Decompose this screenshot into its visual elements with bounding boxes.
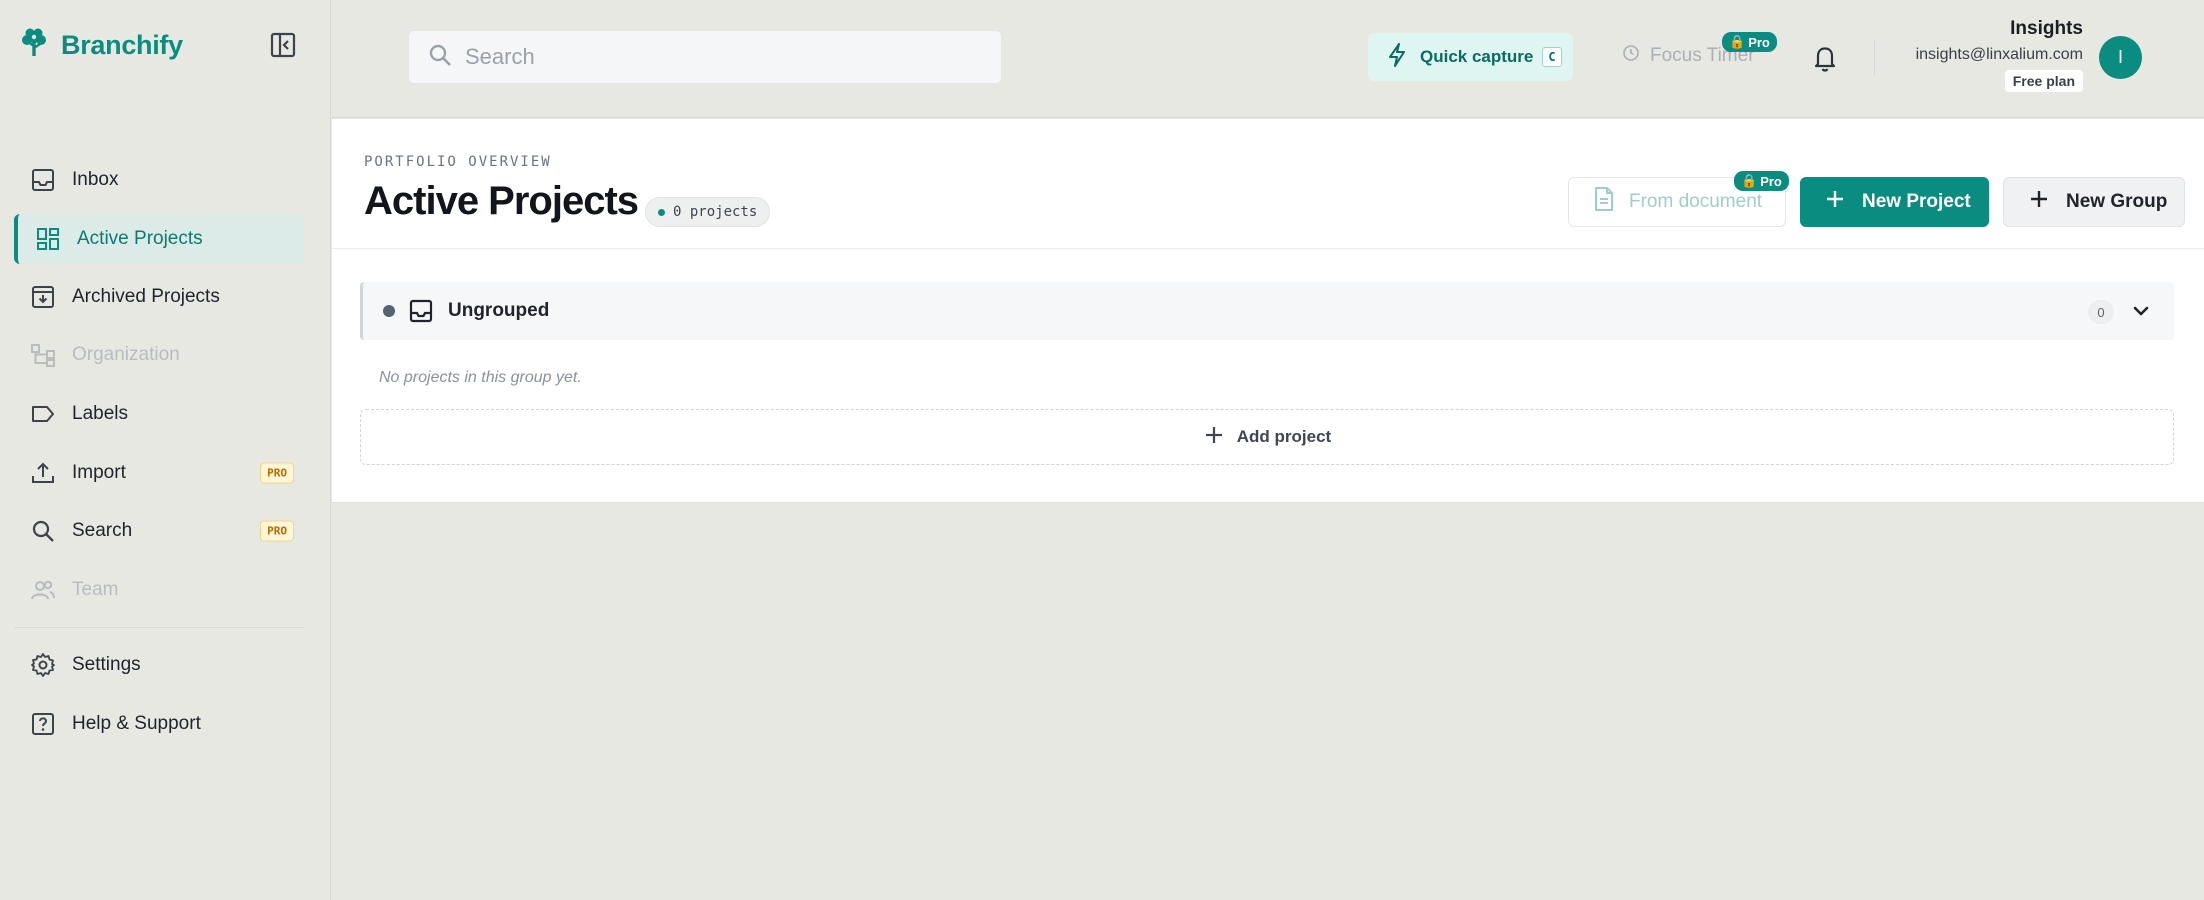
chevron-down-icon[interactable]	[2128, 298, 2154, 324]
clock-icon	[1622, 44, 1640, 68]
sidebar-divider	[14, 627, 304, 629]
group-name: Ungrouped	[448, 300, 550, 321]
archive-icon	[28, 282, 58, 312]
group-color-dot	[383, 305, 395, 317]
page-title: Active Projects	[364, 179, 639, 223]
main-panel: PORTFOLIO OVERVIEW Active Projects 0 pro…	[332, 119, 2204, 503]
group-header-ungrouped[interactable]: Ungrouped 0	[360, 282, 2174, 340]
sidebar-item-label: Settings	[72, 654, 141, 676]
pro-badge: 🔒 Pro	[1722, 32, 1777, 52]
tag-icon	[28, 399, 58, 429]
collapse-sidebar-button[interactable]	[268, 30, 298, 60]
pro-badge: PRO	[260, 462, 294, 484]
sidebar-nav: Inbox Active Projects Archived Projects …	[14, 151, 304, 753]
sidebar-item-label: Search	[72, 520, 133, 542]
sidebar-item-label: Team	[72, 578, 119, 600]
help-icon	[28, 709, 58, 739]
user-email: insights@linxalium.com	[1915, 46, 2083, 63]
sidebar: Branchify Inbox Active Projects Archived…	[0, 0, 331, 900]
quick-capture-label: Quick capture	[1420, 47, 1534, 66]
user-name: Insights	[2010, 18, 2083, 39]
gear-icon	[28, 650, 58, 680]
project-count-badge: 0 projects	[645, 197, 771, 227]
new-project-label: New Project	[1862, 191, 1971, 212]
pro-badge: PRO	[260, 520, 294, 542]
search-box[interactable]	[408, 30, 1002, 84]
project-count-text: 0 projects	[673, 204, 758, 220]
user-info[interactable]: Insights insights@linxalium.com Free pla…	[1916, 18, 2083, 92]
sidebar-item-search[interactable]: Search PRO	[14, 502, 304, 561]
topbar: Quick capture C Focus Timer 🔒Pro Insight…	[332, 0, 2204, 118]
upload-icon	[28, 458, 58, 488]
grid-icon	[33, 224, 63, 254]
avatar[interactable]: I	[2099, 36, 2142, 79]
status-dot	[658, 208, 665, 216]
quick-capture-button[interactable]: Quick capture C	[1368, 33, 1573, 81]
sidebar-toggle-icon	[270, 32, 296, 58]
divider	[1874, 40, 1875, 76]
new-project-button[interactable]: New Project	[1800, 177, 1989, 227]
page-eyebrow: PORTFOLIO OVERVIEW	[364, 154, 552, 170]
page-header: PORTFOLIO OVERVIEW Active Projects 0 pro…	[332, 119, 2204, 249]
plus-icon	[1824, 188, 1846, 216]
sidebar-item-label: Archived Projects	[72, 285, 220, 307]
lock-icon: 🔒	[1729, 34, 1746, 49]
tree-logo-icon	[17, 26, 51, 65]
sidebar-item-active-projects[interactable]: Active Projects	[14, 213, 304, 264]
search-icon	[28, 516, 58, 546]
plus-icon	[2028, 188, 2050, 216]
sidebar-item-team: Team	[14, 561, 304, 620]
pro-badge: 🔒 Pro	[1734, 171, 1789, 191]
sidebar-item-label: Help & Support	[72, 713, 201, 735]
new-group-label: New Group	[2066, 191, 2168, 212]
from-document-label: From document	[1629, 191, 1763, 212]
plus-icon	[1203, 424, 1225, 451]
search-icon	[427, 42, 453, 73]
add-project-button[interactable]: Add project	[360, 409, 2174, 465]
brand[interactable]: Branchify	[17, 26, 183, 65]
sidebar-item-labels[interactable]: Labels	[14, 385, 304, 444]
inbox-icon	[28, 165, 58, 195]
sidebar-item-label: Import	[72, 461, 126, 483]
sidebar-item-label: Labels	[72, 403, 128, 425]
shortcut-key: C	[1542, 47, 1562, 67]
sidebar-item-label: Inbox	[72, 169, 119, 191]
org-chart-icon	[28, 340, 58, 370]
brand-name: Branchify	[61, 30, 183, 60]
bell-icon	[1814, 47, 1836, 72]
plan-badge: Free plan	[2004, 70, 2083, 92]
sidebar-item-help[interactable]: Help & Support	[14, 695, 304, 754]
new-group-button[interactable]: New Group	[2003, 177, 2185, 227]
sidebar-item-label: Organization	[72, 344, 180, 366]
group-count-badge: 0	[2088, 300, 2114, 324]
sidebar-item-archived-projects[interactable]: Archived Projects	[14, 268, 304, 327]
sidebar-item-label: Active Projects	[77, 227, 203, 249]
notifications-button[interactable]	[1810, 42, 1840, 74]
users-icon	[28, 575, 58, 605]
sidebar-item-import[interactable]: Import PRO	[14, 443, 304, 502]
lightning-icon	[1386, 42, 1408, 73]
sidebar-item-inbox[interactable]: Inbox	[14, 151, 304, 210]
add-project-label: Add project	[1236, 427, 1332, 446]
document-icon	[1593, 186, 1615, 218]
lock-icon: 🔒	[1741, 173, 1758, 188]
sidebar-item-settings[interactable]: Settings	[14, 636, 304, 695]
sidebar-item-organization: Organization	[14, 326, 304, 385]
empty-group-message: No projects in this group yet.	[379, 369, 582, 386]
search-input[interactable]	[465, 44, 965, 70]
inbox-icon	[408, 298, 434, 324]
